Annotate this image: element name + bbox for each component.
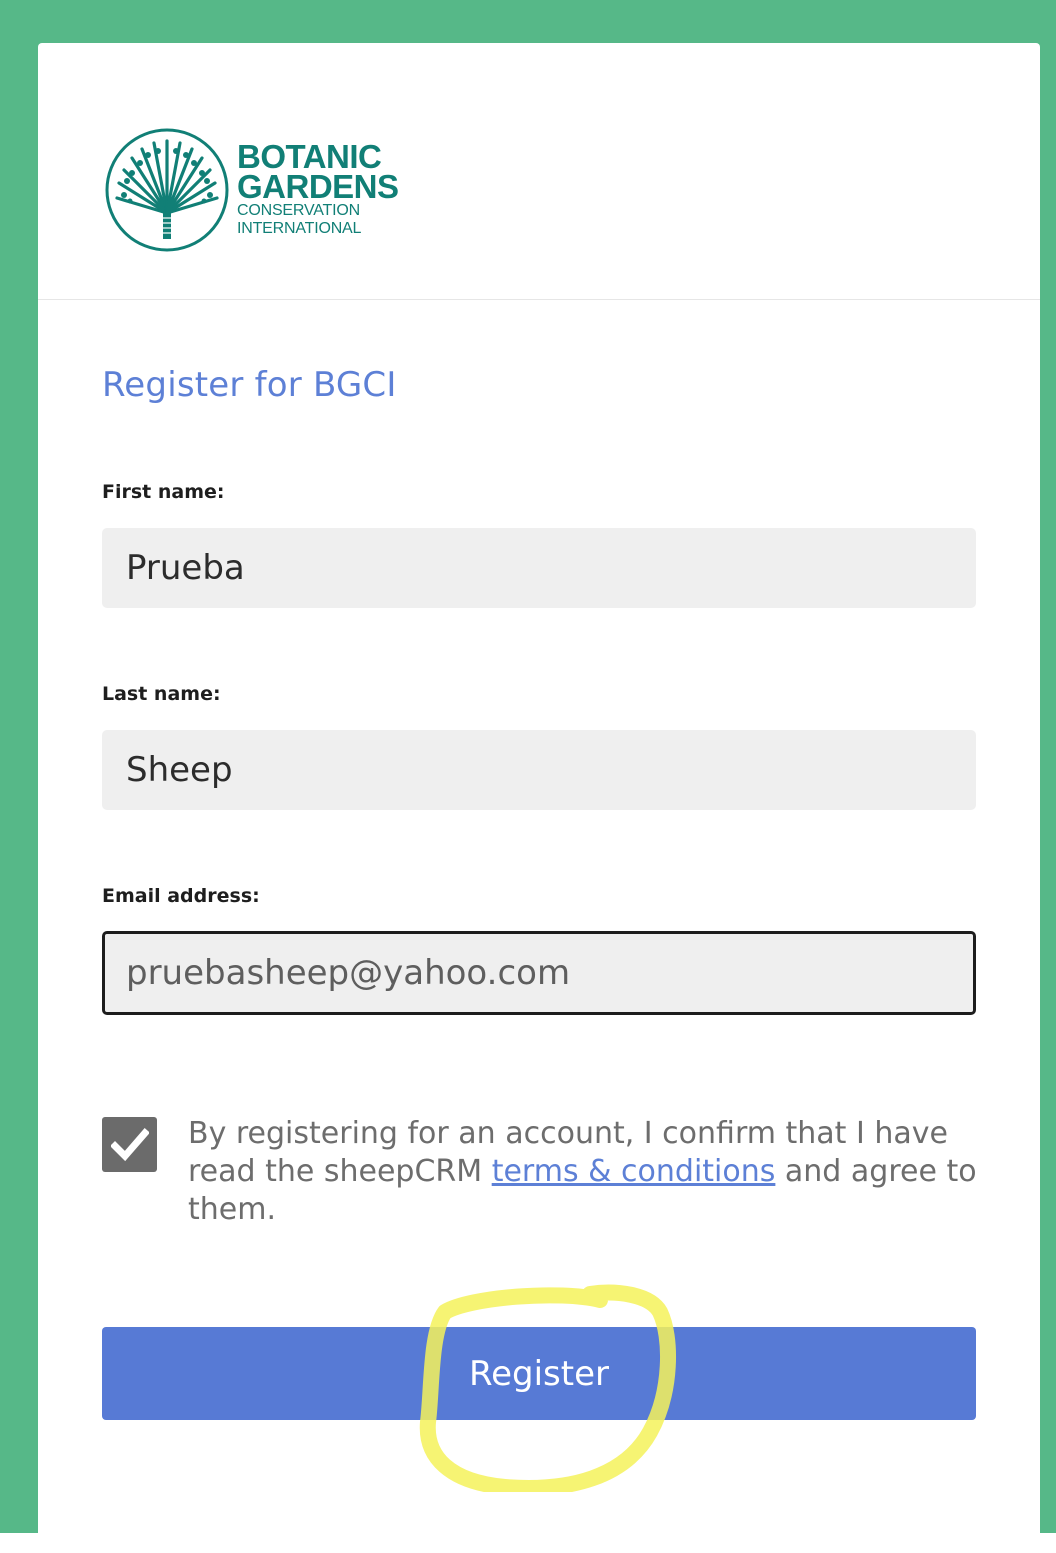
logo-line-international: INTERNATIONAL bbox=[237, 220, 362, 237]
palm-tree-emblem-icon bbox=[105, 128, 229, 252]
first-name-label: First name: bbox=[102, 481, 225, 503]
last-name-label: Last name: bbox=[102, 683, 221, 705]
green-frame: BOTANIC GARDENS CONSERVATION INTERNATION… bbox=[0, 0, 1056, 1553]
logo-line-conservation: CONSERVATION bbox=[237, 202, 360, 219]
terms-consent-text: By registering for an account, I confirm… bbox=[188, 1115, 988, 1229]
terms-checkbox[interactable] bbox=[102, 1117, 157, 1172]
page-title: Register for BGCI bbox=[102, 365, 397, 405]
header-divider bbox=[38, 299, 1040, 300]
register-button[interactable]: Register bbox=[102, 1327, 976, 1420]
checkmark-icon bbox=[110, 1127, 149, 1161]
logo-wordmark: BOTANIC GARDENS CONSERVATION INTERNATION… bbox=[237, 140, 399, 238]
logo-line-gardens: GARDENS bbox=[237, 168, 399, 205]
bgci-logo: BOTANIC GARDENS CONSERVATION INTERNATION… bbox=[102, 105, 399, 275]
email-field[interactable]: pruebasheep@yahoo.com bbox=[102, 931, 976, 1015]
email-label: Email address: bbox=[102, 885, 260, 907]
registration-card: BOTANIC GARDENS CONSERVATION INTERNATION… bbox=[38, 43, 1040, 1553]
terms-conditions-link[interactable]: terms & conditions bbox=[492, 1154, 776, 1189]
last-name-field[interactable]: Sheep bbox=[102, 730, 976, 810]
first-name-field[interactable]: Prueba bbox=[102, 528, 976, 608]
